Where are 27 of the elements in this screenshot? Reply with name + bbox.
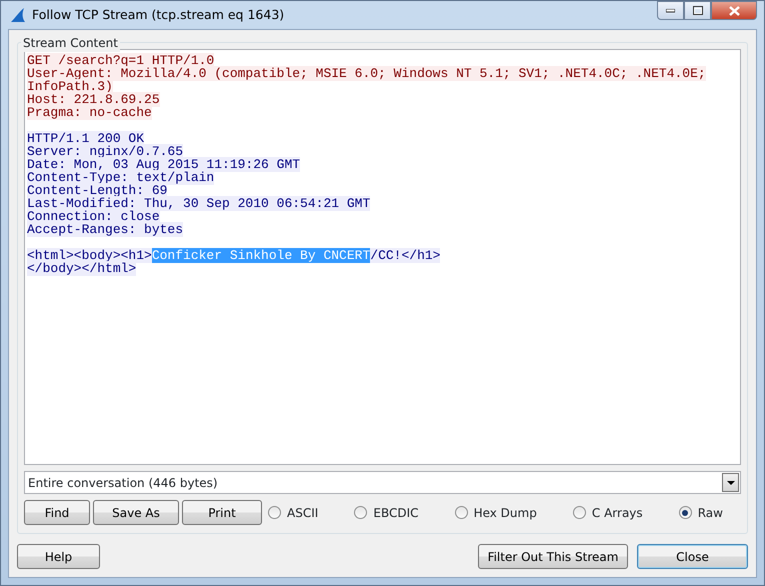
- maximize-button[interactable]: [684, 1, 711, 20]
- print-button[interactable]: Print: [182, 500, 262, 525]
- radio-button[interactable]: [678, 506, 692, 519]
- close-icon: [728, 6, 740, 16]
- radio-button[interactable]: [268, 506, 281, 519]
- minimize-button[interactable]: [657, 1, 684, 20]
- radio-button[interactable]: [354, 506, 368, 519]
- radio-button[interactable]: [572, 506, 586, 519]
- help-button[interactable]: Help: [17, 544, 100, 569]
- radio-label: Hex Dump: [474, 504, 537, 522]
- filter-out-button[interactable]: Filter Out This Stream: [478, 544, 628, 569]
- shark-fin-icon: [10, 7, 26, 23]
- maximize-icon: [692, 6, 702, 15]
- radio-label: C Arrays: [592, 504, 643, 522]
- minimize-icon: [666, 8, 675, 12]
- close-button[interactable]: [711, 1, 757, 20]
- radio-label: ASCII: [287, 504, 318, 522]
- radio-label: Raw: [698, 504, 723, 522]
- radio-button[interactable]: [454, 506, 468, 519]
- caret-icon: [726, 480, 734, 484]
- radio-label: EBCDIC: [373, 504, 418, 522]
- selected-text: Conficker Sinkhole By CNCERT: [152, 248, 370, 263]
- window-title: Follow TCP Stream (tcp.stream eq 1643): [32, 6, 284, 24]
- close-dialog-button[interactable]: Close: [637, 544, 748, 569]
- save-as-button[interactable]: Save As: [93, 500, 179, 525]
- find-button[interactable]: Find: [24, 500, 90, 525]
- conversation-dropdown[interactable]: Entire conversation (446 bytes): [24, 471, 741, 494]
